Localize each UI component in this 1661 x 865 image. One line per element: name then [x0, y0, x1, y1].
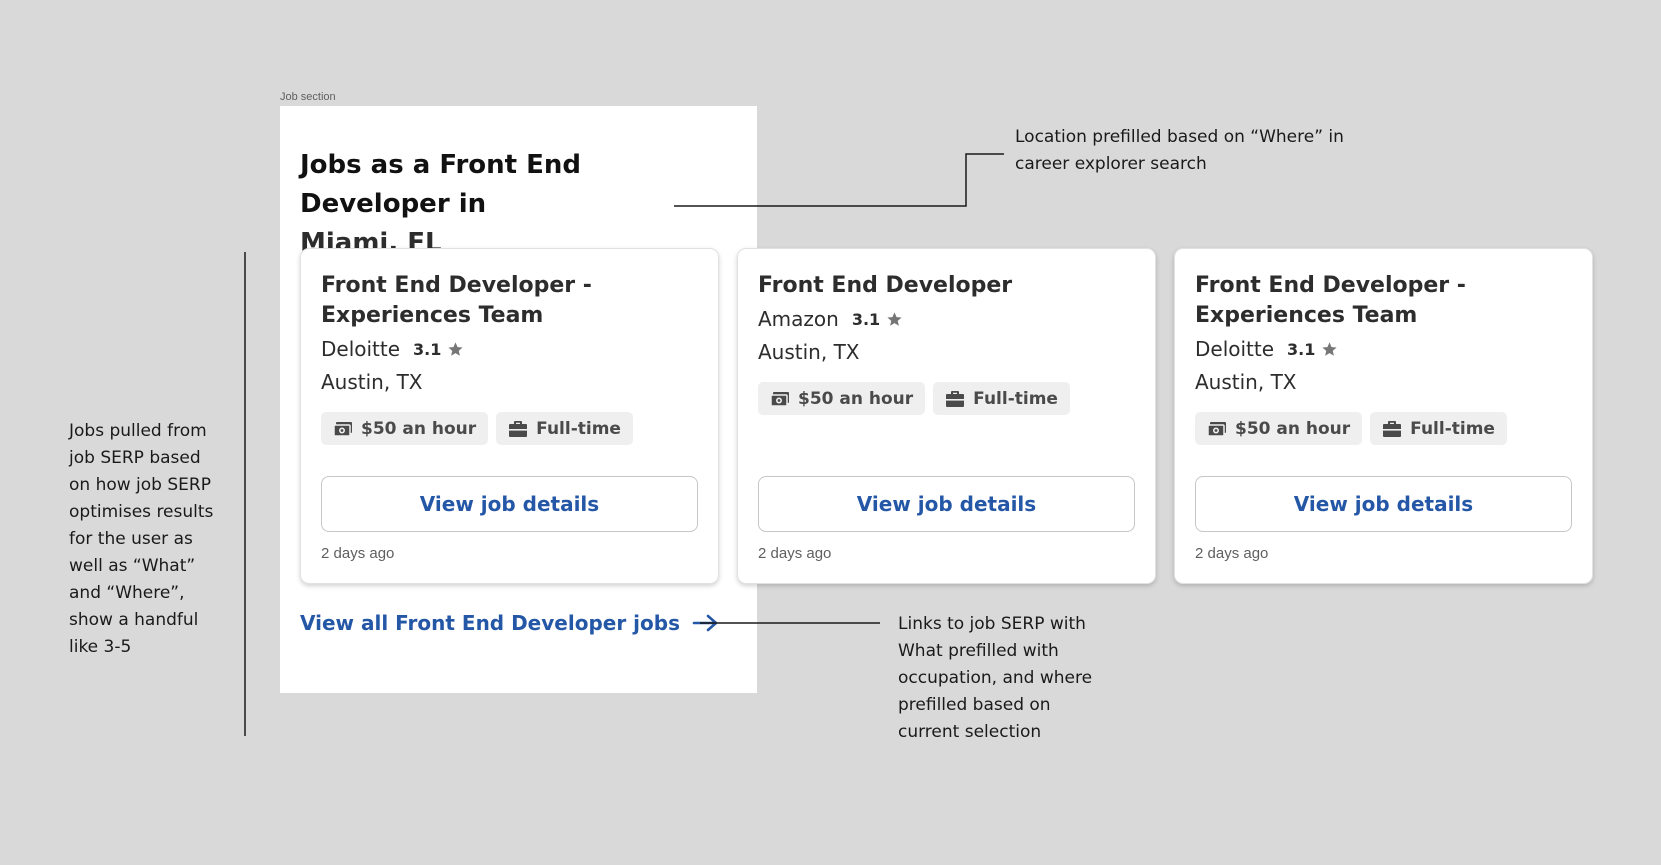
link-note-connector — [700, 622, 880, 624]
job-title[interactable]: Front End Developer — [758, 271, 1098, 301]
pay-label: $50 an hour — [1235, 418, 1351, 439]
job-title[interactable]: Front End Developer - Experiences Team — [1195, 271, 1535, 331]
job-tags: $50 an hour Full-time — [321, 412, 698, 445]
section-title: Jobs as a Front End Developer in Miami, … — [300, 146, 720, 263]
job-type-tag: Full-time — [933, 382, 1070, 415]
company-rating: 3.1 — [413, 339, 442, 359]
company-line: Deloitte 3.1 — [321, 333, 698, 365]
jobs-note-bracket — [244, 252, 246, 736]
company-line: Amazon 3.1 — [758, 303, 1135, 335]
company-name: Amazon — [758, 307, 839, 331]
location-note: Location prefilled based on “Where” in c… — [1015, 127, 1344, 174]
jobs-note: Jobs pulled from job SERP based on how j… — [69, 421, 214, 657]
view-all-jobs-link[interactable]: View all Front End Developer jobs — [300, 611, 720, 635]
pay-label: $50 an hour — [798, 388, 914, 409]
job-type-tag: Full-time — [496, 412, 633, 445]
star-icon — [1322, 341, 1337, 356]
briefcase-icon — [509, 420, 528, 437]
job-location: Austin, TX — [321, 370, 423, 394]
job-type-label: Full-time — [536, 418, 621, 439]
job-card[interactable]: Front End Developer Amazon 3.1 Austin, T… — [737, 248, 1156, 584]
company-rating: 3.1 — [851, 309, 881, 329]
view-job-details-button[interactable]: View job details — [758, 476, 1135, 532]
briefcase-icon — [946, 390, 965, 407]
pay-tag: $50 an hour — [321, 412, 489, 445]
section-title-text: Jobs as a Front End Developer in — [300, 150, 581, 219]
job-card[interactable]: Front End Developer - Experiences Team D… — [300, 248, 719, 584]
job-tags: $50 an hour Full-time — [758, 382, 1135, 415]
posted-date: 2 days ago — [321, 545, 395, 562]
posted-date: 2 days ago — [1195, 545, 1269, 562]
job-location: Austin, TX — [1195, 370, 1297, 394]
view-job-details-button[interactable]: View job details — [1195, 476, 1572, 532]
pay-label: $50 an hour — [361, 418, 477, 439]
money-icon — [333, 421, 352, 437]
money-icon — [1207, 421, 1226, 437]
posted-date: 2 days ago — [758, 545, 832, 562]
view-all-jobs-label[interactable]: View all Front End Developer jobs — [300, 611, 680, 635]
job-title[interactable]: Front End Developer - Experiences Team — [321, 271, 661, 331]
job-location: Austin, TX — [758, 340, 860, 364]
briefcase-icon — [1383, 420, 1402, 437]
money-icon — [770, 391, 789, 407]
pay-tag: $50 an hour — [758, 382, 926, 415]
pay-tag: $50 an hour — [1195, 412, 1363, 445]
company-name: Deloitte — [321, 337, 401, 361]
company-name: Deloitte — [1195, 337, 1275, 361]
frame-label: Job section — [280, 91, 336, 103]
job-card[interactable]: Front End Developer - Experiences Team D… — [1174, 248, 1593, 584]
job-tags: $50 an hour Full-time — [1195, 412, 1572, 445]
star-icon — [887, 311, 902, 326]
company-rating: 3.1 — [1287, 339, 1316, 359]
job-type-label: Full-time — [973, 388, 1058, 409]
job-type-tag: Full-time — [1370, 412, 1507, 445]
location-note-connector — [674, 153, 1004, 207]
link-note: Links to job SERP with What prefilled wi… — [898, 614, 1093, 742]
job-type-label: Full-time — [1410, 418, 1495, 439]
view-job-details-button[interactable]: View job details — [321, 476, 698, 532]
star-icon — [448, 341, 463, 356]
company-line: Deloitte 3.1 — [1195, 333, 1572, 365]
